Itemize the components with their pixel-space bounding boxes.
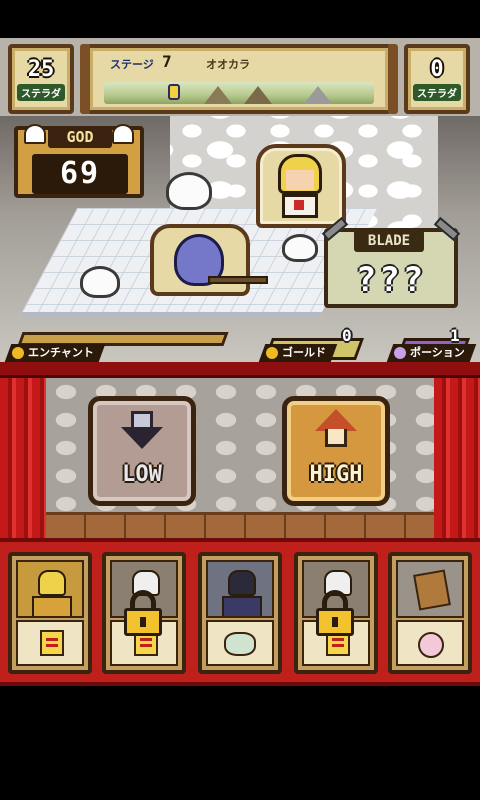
snow-bush <box>282 234 318 262</box>
enchant-label-box: エンチャント <box>4 344 106 362</box>
mountain-icon <box>204 86 232 104</box>
cat-face <box>228 570 256 596</box>
resource-row: エンチャント 0 ゴールド 1 ポーション <box>0 326 480 362</box>
stage-floor <box>46 512 434 538</box>
left-curtain <box>0 378 46 538</box>
sword-icon <box>208 276 268 284</box>
hero-face <box>38 570 66 596</box>
wing-icon <box>24 124 46 144</box>
coin-icon <box>266 347 278 359</box>
blade-value: ??? <box>355 260 427 300</box>
mountain-icon <box>304 86 332 104</box>
scroll-thumbnail <box>396 560 464 618</box>
snow-bush <box>80 266 120 298</box>
gold-label-box: ゴールド <box>258 344 338 362</box>
stage-number: 7 <box>162 52 172 71</box>
hero-face <box>286 170 314 190</box>
blade-label: BLADE <box>354 230 424 252</box>
stage-label: ステージ <box>110 58 154 71</box>
arrow-up-icon <box>315 409 357 447</box>
stage-progress-map <box>104 82 374 104</box>
pot-portrait <box>150 224 268 296</box>
stage-name: オオカラ <box>206 58 250 71</box>
potion-icon <box>394 347 406 359</box>
arrow-down-icon <box>121 411 163 449</box>
player-marker-icon <box>168 84 180 100</box>
hero-portrait <box>256 144 346 228</box>
bag-icon <box>224 632 256 656</box>
enchant-label: エンチャント <box>28 346 94 359</box>
theater-stage: LOW HIGH <box>0 362 480 538</box>
bottom-blank-area <box>0 686 480 800</box>
low-button[interactable]: LOW <box>88 396 196 506</box>
curtain-valance <box>0 362 480 378</box>
card-icon <box>40 630 64 656</box>
right-curtain <box>434 378 480 538</box>
item-card <box>206 620 274 666</box>
enchant-progress-fill <box>21 335 25 343</box>
scroll-icon <box>413 569 451 611</box>
high-button[interactable]: HIGH <box>282 396 390 506</box>
cat-thumbnail <box>206 560 274 618</box>
right-counter-value: 0 <box>430 57 444 82</box>
stage-panel: ステージ 7 オオカラ <box>80 44 398 114</box>
item-slot-hero[interactable] <box>8 552 92 674</box>
item-slot-cat[interactable] <box>198 552 282 674</box>
god-label: GOD <box>48 126 112 148</box>
item-card <box>16 620 84 666</box>
high-button-label: HIGH <box>309 462 363 487</box>
scroll-roll-left <box>80 44 90 114</box>
lock-icon <box>316 590 354 636</box>
potion-label: ポーション <box>410 346 465 359</box>
hero-thumbnail <box>16 560 84 618</box>
lock-icon <box>124 590 162 636</box>
blade-panel: BLADE ??? <box>321 216 461 308</box>
gold-label: ゴールド <box>282 346 326 359</box>
status-bar <box>0 0 480 38</box>
left-counter-label: ステラダ <box>17 84 65 101</box>
item-bar <box>0 538 480 686</box>
potion-label-box: ポーション <box>386 344 477 362</box>
god-panel: GOD 69 <box>14 124 144 198</box>
item-slot-locked-1[interactable] <box>102 552 186 674</box>
hero-body <box>32 596 72 616</box>
scroll-roll-right <box>388 44 398 114</box>
mountain-icon <box>244 86 272 104</box>
potion-count: 1 <box>450 326 460 345</box>
item-slot-locked-2[interactable] <box>294 552 378 674</box>
wing-icon <box>112 124 134 144</box>
god-value: 69 <box>32 154 128 194</box>
cat-body <box>222 596 262 616</box>
item-card <box>396 620 464 666</box>
coin-icon <box>418 632 444 658</box>
snow-bush <box>166 172 212 210</box>
gold-count: 0 <box>342 326 352 345</box>
coin-icon <box>12 347 24 359</box>
left-counter-value: 25 <box>27 57 55 82</box>
cross-icon <box>294 200 304 210</box>
item-slot-scroll[interactable] <box>388 552 472 674</box>
low-button-label: LOW <box>122 462 162 487</box>
left-counter: 25 ステラダ <box>8 44 74 114</box>
right-counter-label: ステラダ <box>413 84 461 101</box>
right-counter: 0 ステラダ <box>404 44 470 114</box>
